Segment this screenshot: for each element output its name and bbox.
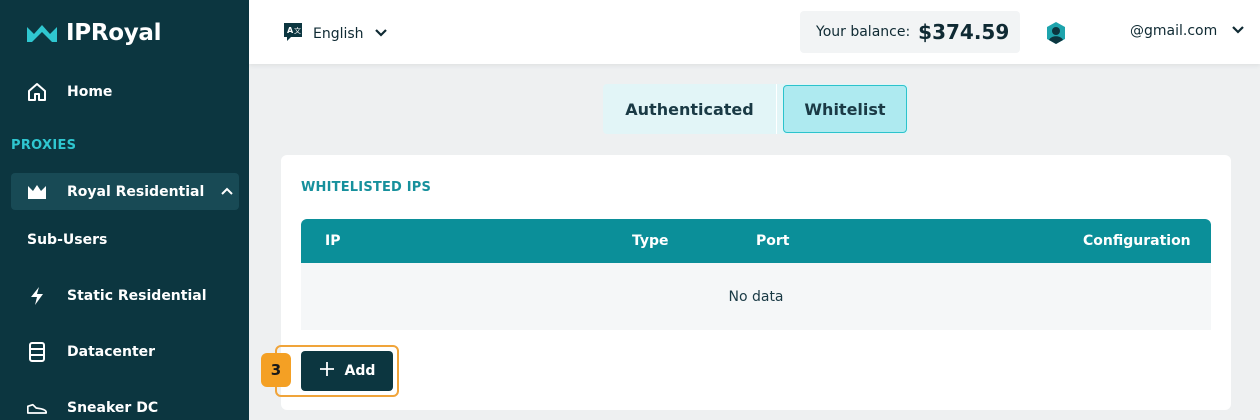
column-header-ip: IP <box>325 233 341 249</box>
step-badge: 3 <box>261 353 291 387</box>
crown-logo-icon <box>27 25 57 42</box>
language-selector[interactable]: A文 English <box>283 22 388 46</box>
section-label-proxies: PROXIES <box>11 138 77 153</box>
user-avatar-icon[interactable] <box>1045 21 1067 49</box>
sidebar-item-label: Home <box>67 83 113 100</box>
sidebar-item-datacenter[interactable]: Datacenter <box>11 333 239 370</box>
balance-value: $374.59 <box>918 20 1010 44</box>
auth-tabs: Authenticated Whitelist <box>603 84 909 134</box>
sidebar-item-sneaker-dc[interactable]: Sneaker DC <box>11 389 239 420</box>
card-title: WHITELISTED IPS <box>301 180 432 195</box>
sidebar-item-label: Datacenter <box>67 343 156 360</box>
empty-text: No data <box>728 288 784 305</box>
sidebar-item-sub-users[interactable]: Sub-Users <box>27 232 107 248</box>
column-header-type: Type <box>632 233 669 249</box>
chevron-down-icon <box>1231 23 1245 39</box>
crown-icon <box>27 182 47 202</box>
svg-text:文: 文 <box>294 26 301 35</box>
account-menu[interactable]: @gmail.com <box>1130 23 1245 39</box>
brand-logo[interactable]: IPRoyal <box>26 20 162 46</box>
translate-icon: A文 <box>283 22 303 46</box>
chevron-up-icon <box>220 184 234 200</box>
whitelisted-ips-card: WHITELISTED IPS IP Type Port Configurati… <box>281 155 1231 410</box>
bolt-icon <box>27 286 47 306</box>
server-icon <box>27 341 47 362</box>
balance-box: Your balance: $374.59 <box>800 11 1020 53</box>
plus-icon <box>319 361 335 381</box>
sidebar-item-label: Static Residential <box>67 287 207 304</box>
add-button[interactable]: Add <box>301 351 393 391</box>
sidebar-item-home[interactable]: Home <box>11 73 239 110</box>
home-icon <box>27 82 47 102</box>
table-header: IP Type Port Configuration <box>301 219 1211 263</box>
svg-text:A: A <box>287 26 294 35</box>
sneaker-icon <box>27 398 47 418</box>
topbar: A文 English Your balance: $374.59 @gmail.… <box>249 0 1260 64</box>
sidebar-item-royal-residential[interactable]: Royal Residential <box>11 173 239 210</box>
column-header-configuration: Configuration <box>1083 233 1191 249</box>
account-email: @gmail.com <box>1130 23 1218 39</box>
tab-authenticated[interactable]: Authenticated <box>603 84 777 134</box>
sidebar-item-label: Royal Residential <box>67 183 205 200</box>
sidebar: IPRoyal Home PROXIES Royal Residential S… <box>0 0 249 420</box>
sidebar-item-label: Sneaker DC <box>67 399 159 416</box>
column-header-port: Port <box>756 233 790 249</box>
add-label: Add <box>344 363 376 379</box>
language-label: English <box>313 26 364 42</box>
table-empty-state: No data <box>301 263 1211 330</box>
balance-label: Your balance: <box>816 24 911 40</box>
sidebar-item-static-residential[interactable]: Static Residential <box>11 277 239 314</box>
chevron-down-icon <box>374 26 388 42</box>
tab-whitelist[interactable]: Whitelist <box>783 85 907 133</box>
brand-name: IPRoyal <box>66 20 162 46</box>
